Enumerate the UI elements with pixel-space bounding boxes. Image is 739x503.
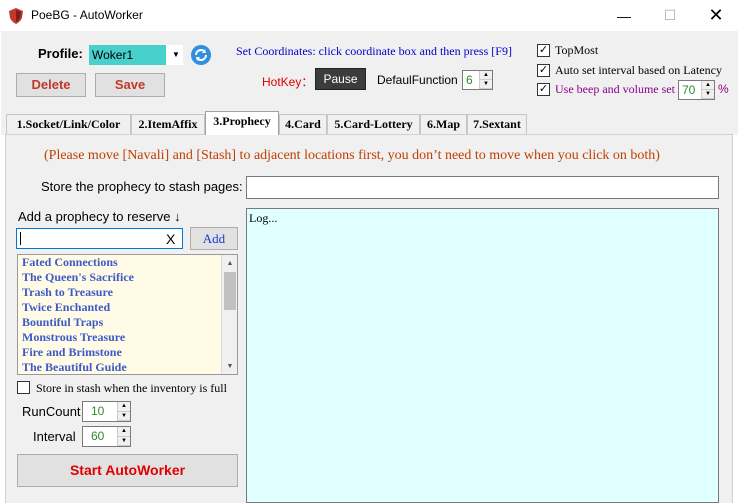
log-text: Log...	[249, 211, 278, 225]
maximize-button[interactable]: ☐	[647, 0, 693, 31]
runcount-value[interactable]: 10	[83, 402, 117, 421]
list-item[interactable]: Fire and Brimstone	[18, 345, 237, 360]
add-prophecy-button[interactable]: Add	[190, 227, 238, 250]
prophecy-search-input[interactable]	[16, 228, 183, 249]
reserve-label: Add a prophecy to reserve ↓	[18, 209, 181, 224]
runcount-label: RunCount	[22, 404, 81, 419]
prophecy-list[interactable]: Fated Connections The Queen's Sacrifice …	[17, 254, 238, 375]
spin-up-icon[interactable]: ▲	[118, 427, 130, 437]
default-function-value[interactable]: 6	[463, 71, 479, 89]
volume-value[interactable]: 70	[679, 81, 701, 99]
auto-interval-checkbox[interactable]: ✓	[537, 64, 550, 77]
list-item[interactable]: Bountiful Traps	[18, 315, 237, 330]
save-button[interactable]: Save	[95, 73, 165, 97]
spin-down-icon[interactable]: ▼	[118, 436, 130, 446]
window-title: PoeBG - AutoWorker	[31, 8, 143, 22]
shield-icon	[9, 8, 23, 24]
stash-pages-label: Store the prophecy to stash pages:	[41, 179, 243, 194]
tab-prophecy[interactable]: 3.Prophecy	[205, 111, 279, 135]
profile-dropdown-value[interactable]: Woker1	[89, 45, 166, 65]
default-function-spin[interactable]: ▲ ▼	[479, 71, 492, 89]
auto-interval-label: Auto set interval based on Latency	[555, 63, 722, 77]
refresh-icon[interactable]	[190, 44, 212, 66]
spin-down-icon[interactable]: ▼	[118, 411, 130, 421]
log-area[interactable]	[246, 208, 719, 503]
tab-map[interactable]: 6.Map	[420, 114, 467, 134]
hotkey-label: HotKey：	[262, 75, 314, 89]
default-function-stepper[interactable]: 6 ▲ ▼	[462, 70, 493, 90]
stash-pages-input[interactable]	[246, 176, 719, 199]
scroll-down-icon[interactable]: ▼	[222, 358, 237, 374]
spin-up-icon[interactable]: ▲	[702, 81, 714, 90]
volume-spin[interactable]: ▲ ▼	[701, 81, 714, 99]
log-scrollbar[interactable]	[719, 208, 731, 503]
spin-down-icon[interactable]: ▼	[702, 90, 714, 99]
topmost-label: TopMost	[555, 43, 599, 57]
percent-label: %	[718, 82, 729, 96]
default-function-label: DefaulFunction	[377, 73, 458, 87]
text-caret	[20, 232, 21, 245]
list-item[interactable]: Trash to Treasure	[18, 285, 237, 300]
clear-icon[interactable]: X	[166, 231, 175, 247]
minimize-button[interactable]: —	[601, 0, 647, 31]
spin-up-icon[interactable]: ▲	[118, 402, 130, 412]
spin-up-icon[interactable]: ▲	[480, 71, 492, 80]
tab-item-affix[interactable]: 2.ItemAffix	[131, 114, 205, 134]
tab-card-lottery[interactable]: 5.Card-Lottery	[327, 114, 420, 134]
tab-sextant[interactable]: 7.Sextant	[467, 114, 527, 134]
scroll-up-icon[interactable]: ▲	[222, 255, 237, 271]
list-item[interactable]: Fated Connections	[18, 255, 237, 270]
profile-label: Profile:	[38, 46, 83, 61]
runcount-stepper[interactable]: 10 ▲ ▼	[82, 401, 131, 422]
list-scrollbar[interactable]: ▲ ▼	[221, 255, 237, 374]
hotkey-pause-button[interactable]: Pause	[315, 68, 366, 90]
close-button[interactable]: ✕	[693, 0, 739, 31]
spin-down-icon[interactable]: ▼	[480, 80, 492, 89]
volume-stepper[interactable]: 70 ▲ ▼	[678, 80, 715, 100]
scroll-thumb[interactable]	[224, 272, 236, 310]
chevron-down-icon[interactable]: ▼	[170, 45, 182, 65]
coordinates-hint: Set Coordinates: click coordinate box an…	[236, 44, 512, 58]
runcount-spin[interactable]: ▲ ▼	[117, 402, 130, 421]
interval-spin[interactable]: ▲ ▼	[117, 427, 130, 446]
list-item[interactable]: The Beautiful Guide	[18, 360, 237, 374]
list-item[interactable]: Twice Enchanted	[18, 300, 237, 315]
move-hint: (Please move [Navali] and [Stash] to adj…	[44, 148, 660, 163]
tab-card[interactable]: 4.Card	[279, 114, 327, 134]
beep-label: Use beep and volume set	[555, 82, 675, 96]
store-when-full-label: Store in stash when the inventory is ful…	[36, 381, 227, 395]
interval-stepper[interactable]: 60 ▲ ▼	[82, 426, 131, 447]
start-autoworker-button[interactable]: Start AutoWorker	[17, 454, 238, 487]
list-item[interactable]: Monstrous Treasure	[18, 330, 237, 345]
interval-value[interactable]: 60	[83, 427, 117, 446]
tab-socket-link-color[interactable]: 1.Socket/Link/Color	[6, 114, 131, 134]
list-item[interactable]: The Queen's Sacrifice	[18, 270, 237, 285]
topmost-checkbox[interactable]: ✓	[537, 44, 550, 57]
beep-checkbox[interactable]: ✓	[537, 83, 550, 96]
interval-label: Interval	[33, 429, 76, 444]
store-when-full-checkbox[interactable]	[17, 381, 30, 394]
delete-button[interactable]: Delete	[16, 73, 86, 97]
